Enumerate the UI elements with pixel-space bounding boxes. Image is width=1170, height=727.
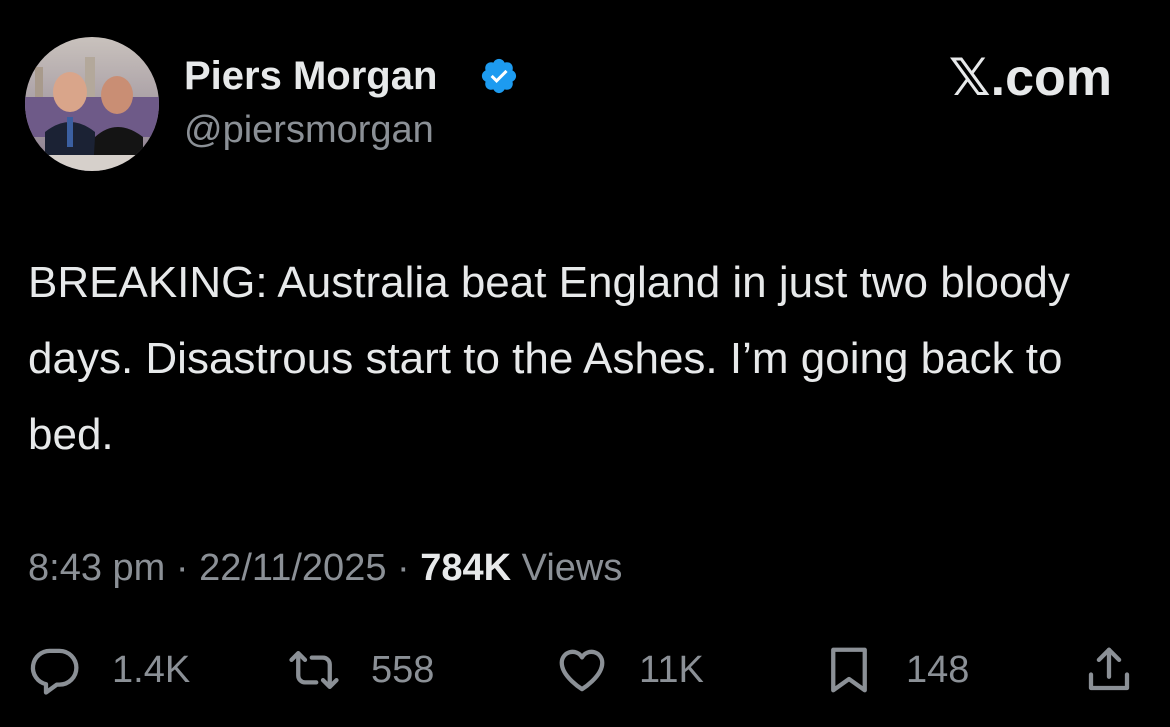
share-button[interactable]	[1082, 640, 1136, 700]
like-button[interactable]: 11K	[555, 640, 704, 700]
views-label: Views	[521, 547, 623, 589]
meta-separator: ·	[175, 547, 189, 589]
bookmark-button[interactable]: 148	[822, 640, 969, 700]
like-count: 11K	[639, 648, 704, 691]
avatar-photo	[25, 37, 159, 171]
tweet-text: BREAKING: Australia beat England in just…	[28, 258, 1070, 459]
tweet-date: 22/11/2025	[199, 547, 387, 589]
reply-button[interactable]: 1.4K	[28, 640, 190, 700]
tweet-meta: 8:43 pm · 22/11/2025 · 784K Views	[28, 540, 622, 596]
share-icon	[1082, 643, 1136, 697]
meta-separator: ·	[397, 547, 410, 589]
bookmark-icon	[822, 643, 876, 697]
avatar[interactable]	[25, 37, 159, 171]
author-handle[interactable]: @piersmorgan	[184, 107, 434, 153]
tweet-time: 8:43 pm	[28, 547, 166, 589]
reply-icon	[28, 643, 82, 697]
author-display-name[interactable]: Piers Morgan	[184, 52, 437, 100]
views-count: 784K	[420, 547, 512, 589]
reply-count: 1.4K	[112, 648, 191, 691]
repost-button[interactable]: 558	[287, 640, 434, 700]
verified-badge-icon	[479, 56, 519, 96]
repost-icon	[287, 643, 341, 697]
repost-count: 558	[371, 648, 435, 691]
heart-icon	[555, 643, 609, 697]
bookmark-count: 148	[906, 648, 970, 691]
x-com-logo: 𝕏.com	[948, 49, 1112, 107]
